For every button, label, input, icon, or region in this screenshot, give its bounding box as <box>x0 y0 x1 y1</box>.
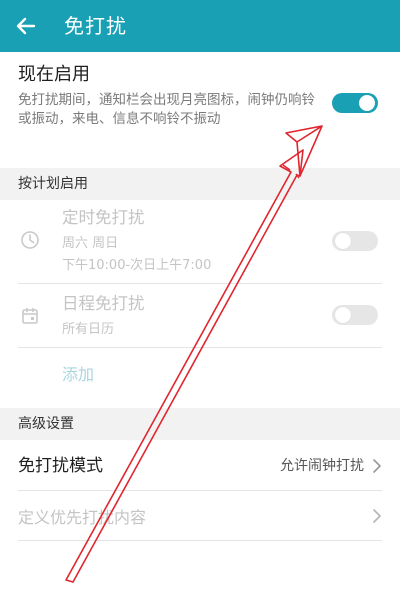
calendar-toggle[interactable] <box>332 305 378 325</box>
now-enable-toggle[interactable] <box>332 93 378 113</box>
back-arrow-icon[interactable] <box>14 14 38 38</box>
calendar-icon <box>22 307 38 324</box>
calendar-subtitle: 所有日历 <box>62 322 115 337</box>
clock-icon <box>21 231 39 249</box>
section-header-label: 按计划启用 <box>18 176 88 192</box>
mode-title: 免打扰模式 <box>18 456 103 476</box>
now-enable-title: 现在启用 <box>18 64 90 85</box>
timer-title: 定时免打扰 <box>62 208 145 227</box>
app-bar: 免打扰 <box>0 0 400 52</box>
page-title: 免打扰 <box>64 14 127 38</box>
divider <box>18 490 382 491</box>
divider <box>18 283 382 284</box>
toggle-knob <box>335 307 351 323</box>
calendar-title: 日程免打扰 <box>62 294 145 313</box>
now-enable-description: 免打扰期间，通知栏会出现月亮图标，闹钟仍响铃或振动，来电、信息不响铃不振动 <box>18 92 315 127</box>
chevron-right-icon <box>373 459 381 473</box>
timer-days: 周六 周日 <box>62 236 119 251</box>
timer-toggle[interactable] <box>332 231 378 251</box>
timer-time-range: 下午10:00-次日上午7:00 <box>62 258 212 273</box>
section-header-scheduled: 按计划启用 <box>0 168 400 200</box>
chevron-right-icon <box>373 509 381 523</box>
toggle-knob <box>335 233 351 249</box>
section-header-advanced: 高级设置 <box>0 408 400 440</box>
mode-value: 允许闹钟打扰 <box>280 458 364 474</box>
toggle-knob <box>359 95 375 111</box>
section-header-label: 高级设置 <box>18 416 74 432</box>
add-schedule-link[interactable]: 添加 <box>62 365 94 385</box>
divider <box>18 540 382 541</box>
divider <box>18 347 382 348</box>
custom-priority-title: 定义优先打扰内容 <box>18 508 147 527</box>
